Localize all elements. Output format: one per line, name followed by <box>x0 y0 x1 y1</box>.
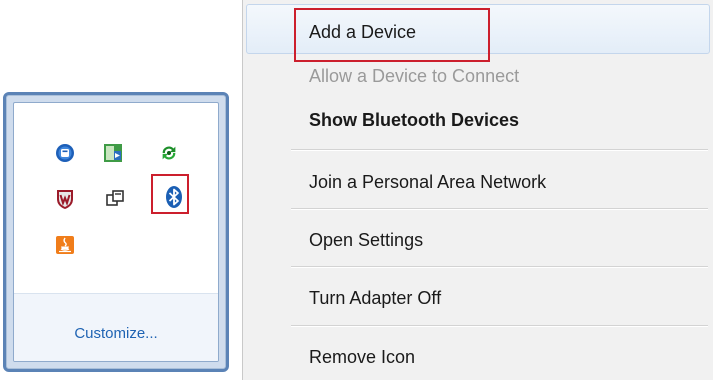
menu-item-turn-adapter-off[interactable]: Turn Adapter Off <box>309 288 441 309</box>
menu-separator <box>291 325 708 327</box>
display-icon[interactable] <box>103 143 123 163</box>
bluetooth-icon-highlight-box <box>151 174 189 214</box>
notification-area-overflow-panel: Customize... <box>3 92 229 372</box>
java-icon[interactable] <box>55 235 75 255</box>
customize-link[interactable]: Customize... <box>14 325 218 342</box>
menu-item-join-personal-area-network[interactable]: Join a Personal Area Network <box>309 172 546 193</box>
menu-icon-gutter <box>243 0 291 380</box>
menu-item-show-bluetooth-devices[interactable]: Show Bluetooth Devices <box>309 110 519 131</box>
mcafee-shield-icon[interactable] <box>55 189 75 209</box>
menu-item-remove-icon[interactable]: Remove Icon <box>309 347 415 368</box>
sync-icon[interactable] <box>159 143 179 163</box>
menu-item-allow-a-device-to-connect: Allow a Device to Connect <box>309 66 520 86</box>
overflow-panel-content: Customize... <box>13 102 219 362</box>
network-icon[interactable] <box>55 143 75 163</box>
menu-separator <box>291 266 708 268</box>
add-a-device-highlight-box <box>294 8 490 62</box>
windows-icon[interactable] <box>105 189 125 209</box>
menu-item-open-settings[interactable]: Open Settings <box>309 230 423 251</box>
menu-separator <box>291 149 708 151</box>
menu-separator <box>291 208 708 210</box>
